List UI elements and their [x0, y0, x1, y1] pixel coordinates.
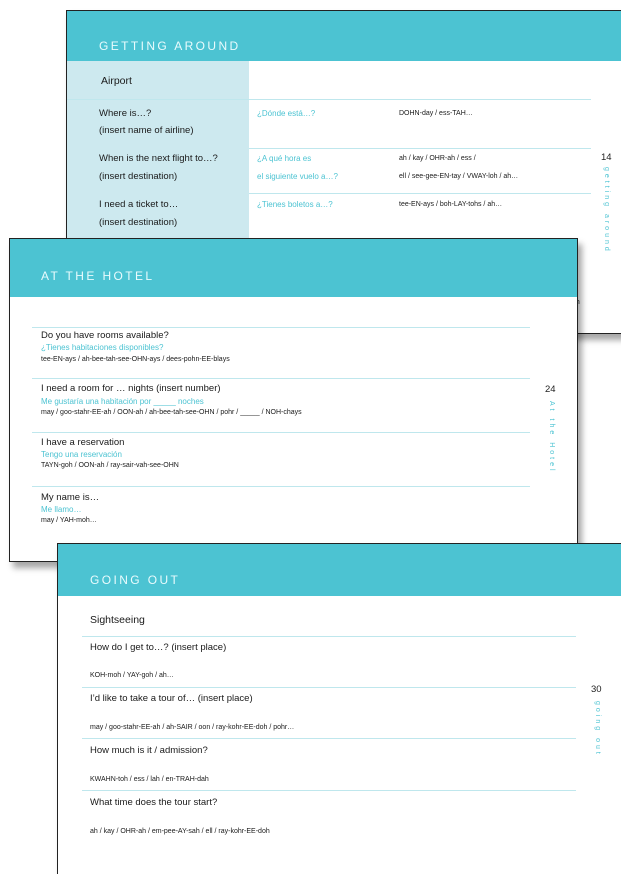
pronunciation: KOH-moh / YAY-goh / ah… — [90, 672, 174, 679]
header-band — [67, 11, 621, 61]
english-phrase: When is the next flight to…? — [99, 153, 218, 164]
spanish-phrase: Me gustaría una habitación por _____ noc… — [41, 397, 204, 406]
spanish-phrase: ¿Tienes habitaciones disponibles? — [41, 343, 164, 352]
divider — [82, 687, 576, 688]
english-phrase: Do you have rooms available? — [41, 330, 169, 341]
english-phrase: I’d like to take a tour of… (insert plac… — [90, 693, 253, 704]
english-phrase: What time does the tour start? — [90, 797, 218, 808]
english-phrase: I need a room for … nights (insert numbe… — [41, 383, 221, 394]
page-number: 30 — [591, 684, 602, 695]
english-phrase: I have a reservation — [41, 437, 125, 448]
spanish-phrase: ¿A qué hora es — [257, 154, 312, 163]
side-section-label: going out — [594, 701, 601, 757]
divider — [32, 432, 530, 433]
header-band — [10, 239, 577, 297]
header-band — [58, 544, 621, 596]
divider — [82, 738, 576, 739]
pronunciation: may / YAH-moh… — [41, 517, 97, 524]
pronunciation: tee-EN-ays / ah-bee-tah-see-OHN-ays / de… — [41, 356, 230, 363]
section-heading: Sightseeing — [90, 614, 145, 626]
pronunciation: TAYN-goh / OON-ah / ray-sair-vah-see-OHN — [41, 462, 179, 469]
divider — [32, 327, 530, 328]
pronunciation: may / goo-stahr-EE-ah / OON-ah / ah-bee-… — [41, 409, 302, 416]
divider — [82, 790, 576, 791]
page-going-out: GOING OUT Sightseeing How do I get to…? … — [57, 543, 621, 874]
spanish-phrase: Tengo una reservación — [41, 450, 122, 459]
spanish-phrase: Me llamo… — [41, 505, 82, 514]
side-section-label: getting around — [603, 167, 610, 254]
english-phrase: I need a ticket to… — [99, 199, 179, 210]
page-title: GETTING AROUND — [99, 39, 241, 53]
divider — [67, 99, 591, 100]
pronunciation: may / goo-stahr-EE-ah / ah-SAIR / oon / … — [90, 724, 295, 731]
page-title: AT THE HOTEL — [41, 269, 155, 283]
pronunciation: ah / kay / OHR-ah / em-pee-AY-sah / ell … — [90, 828, 270, 835]
english-phrase: Where is…? — [99, 108, 152, 119]
divider — [249, 193, 591, 194]
divider — [249, 148, 591, 149]
page-number: 24 — [545, 384, 556, 395]
divider — [82, 636, 576, 637]
page-at-the-hotel: AT THE HOTEL Do you have rooms available… — [9, 238, 578, 562]
pronunciation: DOHN-day / ess-TAH… — [399, 110, 473, 117]
pronunciation: KWAHN-toh / ess / lah / en-TRAH-dah — [90, 776, 209, 783]
english-phrase: My name is… — [41, 492, 100, 503]
divider — [32, 378, 530, 379]
english-note: (insert destination) — [99, 217, 178, 228]
section-heading: Airport — [101, 75, 132, 87]
page-title: GOING OUT — [90, 573, 181, 587]
english-phrase: How much is it / admission? — [90, 745, 208, 756]
spanish-phrase-line2: el siguiente vuelo a…? — [257, 172, 338, 181]
english-note: (insert destination) — [99, 171, 178, 182]
spanish-phrase: ¿Tienes boletos a…? — [257, 200, 333, 209]
pronunciation: tee-EN-ays / boh-LAY-tohs / ah… — [399, 201, 503, 208]
pronunciation: ah / kay / OHR-ah / ess / — [399, 155, 476, 162]
english-phrase: How do I get to…? (insert place) — [90, 642, 227, 653]
divider — [32, 486, 530, 487]
side-section-label: At the Hotel — [548, 401, 555, 474]
pronunciation-line2: ell / see-gee-EN-tay / VWAY-loh / ah… — [399, 173, 519, 180]
spanish-phrase: ¿Dónde está…? — [257, 109, 316, 118]
english-note: (insert name of airline) — [99, 125, 194, 136]
page-number: 14 — [601, 152, 612, 163]
